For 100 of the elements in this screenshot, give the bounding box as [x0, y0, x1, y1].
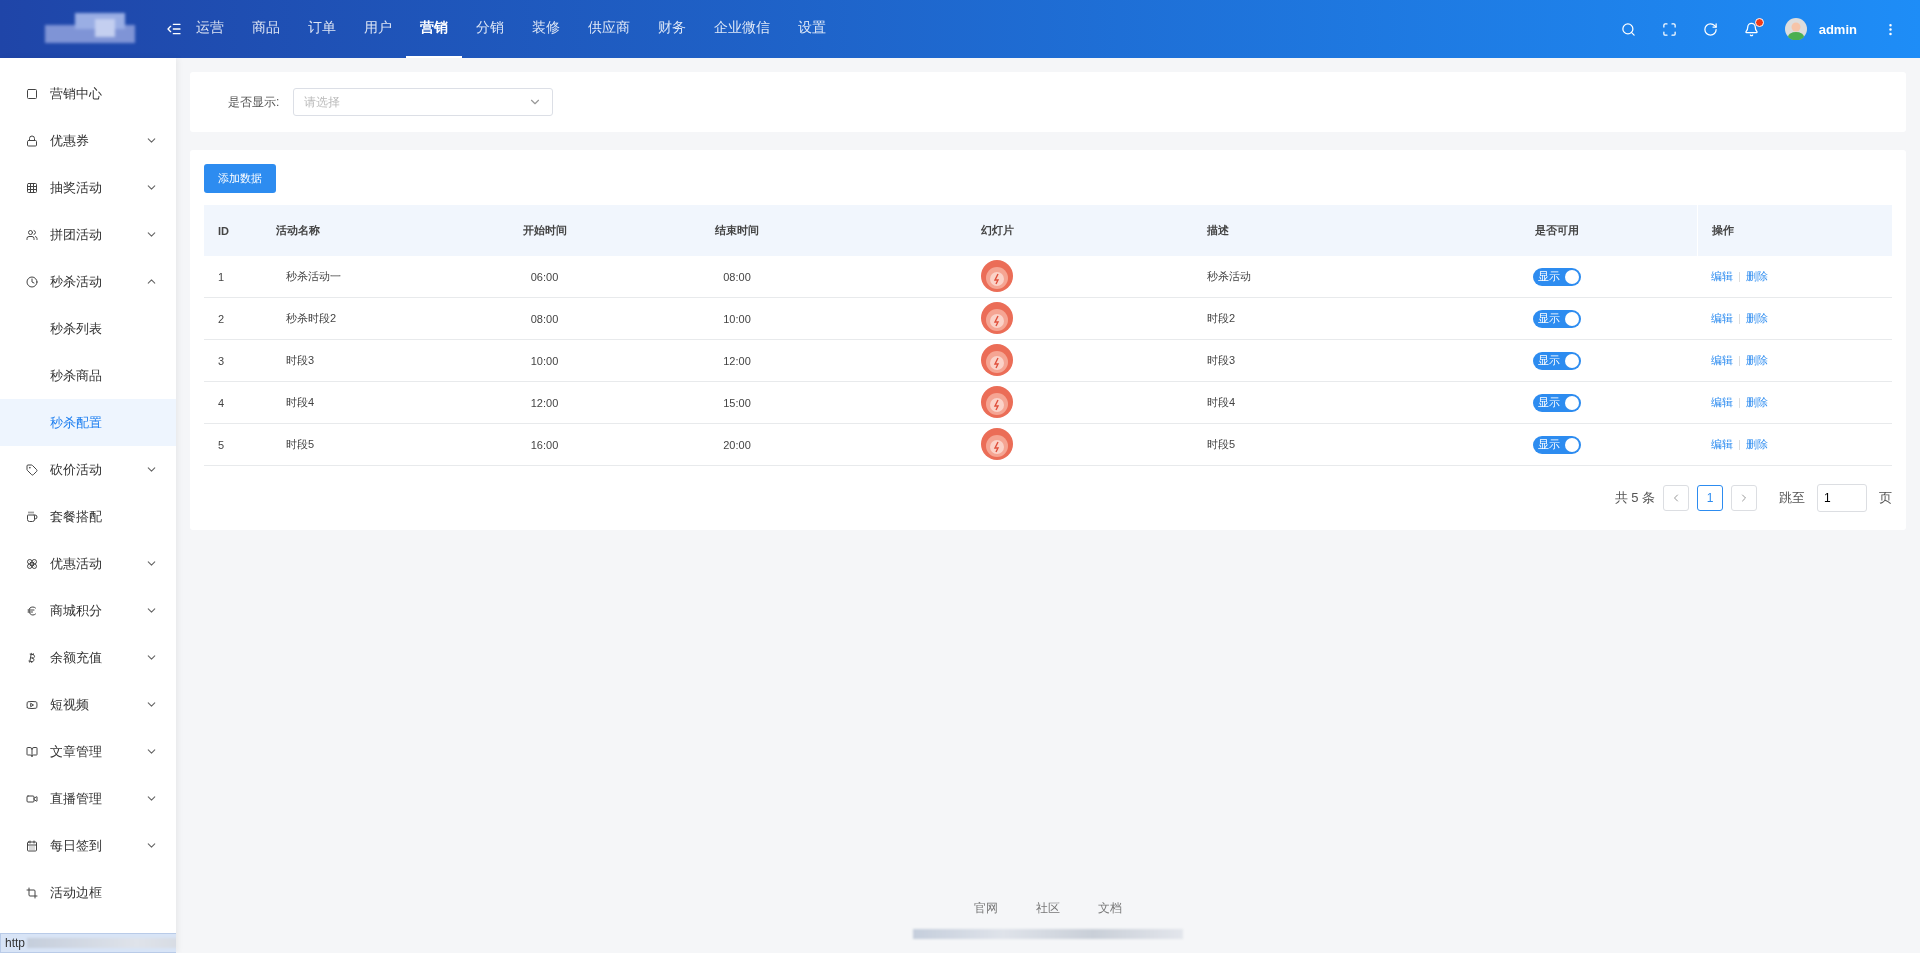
nav-tab[interactable]: 运营	[182, 0, 238, 58]
sidebar-item[interactable]: 文章管理	[0, 728, 176, 775]
table-cell: 12:00	[617, 339, 857, 382]
column-header: 描述	[1137, 205, 1417, 256]
table-cell: 秒杀活动一	[262, 256, 472, 298]
table-cell: 16:00	[472, 423, 617, 466]
toggle-switch[interactable]: 显示	[1533, 393, 1581, 412]
table-cell: 时段5	[1137, 423, 1417, 466]
table-cell: 时段4	[1137, 381, 1417, 424]
nav-tab[interactable]: 订单	[294, 0, 350, 58]
sidebar-item[interactable]: 商城积分	[0, 587, 176, 634]
square-icon	[26, 87, 38, 100]
avatar-icon[interactable]	[1784, 18, 1807, 40]
table-cell: 12:00	[472, 381, 617, 424]
table-cell: 3	[204, 339, 262, 382]
column-header: 是否可用	[1417, 205, 1697, 256]
table-cell: 08:00	[617, 256, 857, 298]
footer-link[interactable]: 社区	[1036, 900, 1060, 917]
toggle-switch[interactable]: 显示	[1533, 351, 1581, 370]
action-link[interactable]: 编辑	[1711, 269, 1733, 284]
action-link[interactable]: 删除	[1746, 311, 1768, 326]
table-cell: 时段3	[1137, 339, 1417, 382]
users-icon	[26, 228, 38, 241]
table-cell: 10:00	[617, 297, 857, 340]
table-cell: 时段3	[262, 339, 472, 382]
action-link[interactable]: 编辑	[1711, 353, 1733, 368]
action-link[interactable]: 编辑	[1711, 395, 1733, 410]
nav-tab[interactable]: 装修	[518, 0, 574, 58]
nav-tab[interactable]: 营销	[406, 0, 462, 58]
sidebar-subitem[interactable]: 秒杀商品	[0, 352, 176, 399]
flower-icon	[26, 557, 38, 570]
action-link[interactable]: 编辑	[1711, 311, 1733, 326]
nav-tab[interactable]: 企业微信	[700, 0, 784, 58]
column-header: 结束时间	[617, 205, 857, 256]
table-cell: 秒杀活动	[1137, 256, 1417, 298]
jump-label: 跳至	[1779, 489, 1805, 507]
sidebar-item[interactable]: 短视频	[0, 681, 176, 728]
action-link[interactable]: 编辑	[1711, 437, 1733, 452]
action-link[interactable]: 删除	[1746, 437, 1768, 452]
sidebar-item[interactable]: 活动边框	[0, 869, 176, 916]
sidebar-item[interactable]: 优惠券	[0, 117, 176, 164]
menu-icon[interactable]	[166, 21, 182, 37]
sidebar-item[interactable]: 砍价活动	[0, 446, 176, 493]
nav-tab[interactable]: 供应商	[574, 0, 644, 58]
column-header: ID	[204, 205, 262, 256]
refresh-icon[interactable]	[1702, 21, 1718, 37]
sidebar-item[interactable]: 每日签到	[0, 822, 176, 869]
grid-icon	[26, 181, 38, 194]
filter-label: 是否显示:	[228, 93, 280, 111]
table-cell: 06:00	[472, 256, 617, 298]
action-link[interactable]: 删除	[1746, 353, 1768, 368]
table-cell: 2	[204, 297, 262, 340]
status-url: http	[5, 936, 25, 950]
total-count: 共 5 条	[1614, 489, 1655, 507]
euro-icon	[26, 604, 38, 617]
nav-tab[interactable]: 商品	[238, 0, 294, 58]
sidebar-item[interactable]: 余额充值	[0, 634, 176, 681]
footer-link[interactable]: 文档	[1098, 900, 1122, 917]
column-header: 操作	[1697, 205, 1892, 256]
nav-tab[interactable]: 财务	[644, 0, 700, 58]
sidebar-item[interactable]: 秒杀活动	[0, 258, 176, 305]
toggle-switch[interactable]: 显示	[1533, 309, 1581, 328]
table-cell: 1	[204, 256, 262, 298]
nav-tab[interactable]: 分销	[462, 0, 518, 58]
toggle-switch[interactable]: 显示	[1533, 267, 1581, 286]
table-cell: 4	[204, 381, 262, 424]
add-button[interactable]: 添加数据	[204, 164, 276, 193]
action-link[interactable]: 删除	[1746, 269, 1768, 284]
sidebar-subitem[interactable]: 秒杀配置	[0, 399, 176, 446]
bitcoin-icon	[26, 651, 38, 664]
column-header: 开始时间	[472, 205, 617, 256]
page-button[interactable]: 1	[1697, 485, 1723, 511]
table-cell: 时段4	[262, 381, 472, 424]
fullscreen-icon[interactable]	[1661, 21, 1677, 37]
search-icon[interactable]	[1620, 21, 1636, 37]
nav-tab[interactable]: 用户	[350, 0, 406, 58]
lock-icon	[26, 134, 38, 147]
action-link[interactable]: 删除	[1746, 395, 1768, 410]
toggle-switch[interactable]: 显示	[1533, 435, 1581, 454]
user-name[interactable]: admin	[1818, 21, 1857, 37]
clock-icon	[26, 275, 38, 288]
tag-icon	[26, 463, 38, 476]
table-cell: 时段2	[1137, 297, 1417, 340]
page-unit: 页	[1879, 489, 1892, 507]
table-cell: 10:00	[472, 339, 617, 382]
sidebar-item[interactable]: 直播管理	[0, 775, 176, 822]
sidebar-item[interactable]: 拼团活动	[0, 211, 176, 258]
page-input[interactable]: 1	[1817, 484, 1867, 512]
book-icon	[26, 745, 38, 758]
bell-icon[interactable]	[1743, 21, 1759, 37]
table-cell: 20:00	[617, 423, 857, 466]
sidebar-item[interactable]: 抽奖活动	[0, 164, 176, 211]
sidebar-subitem[interactable]: 秒杀列表	[0, 305, 176, 352]
table-cell: 5	[204, 423, 262, 466]
column-header: 幻灯片	[857, 205, 1137, 256]
nav-tab[interactable]: 设置	[784, 0, 840, 58]
sidebar-item[interactable]: 营销中心	[0, 70, 176, 117]
sidebar-item[interactable]: 优惠活动	[0, 540, 176, 587]
sidebar-item[interactable]: 套餐搭配	[0, 493, 176, 540]
footer-link[interactable]: 官网	[974, 900, 998, 917]
